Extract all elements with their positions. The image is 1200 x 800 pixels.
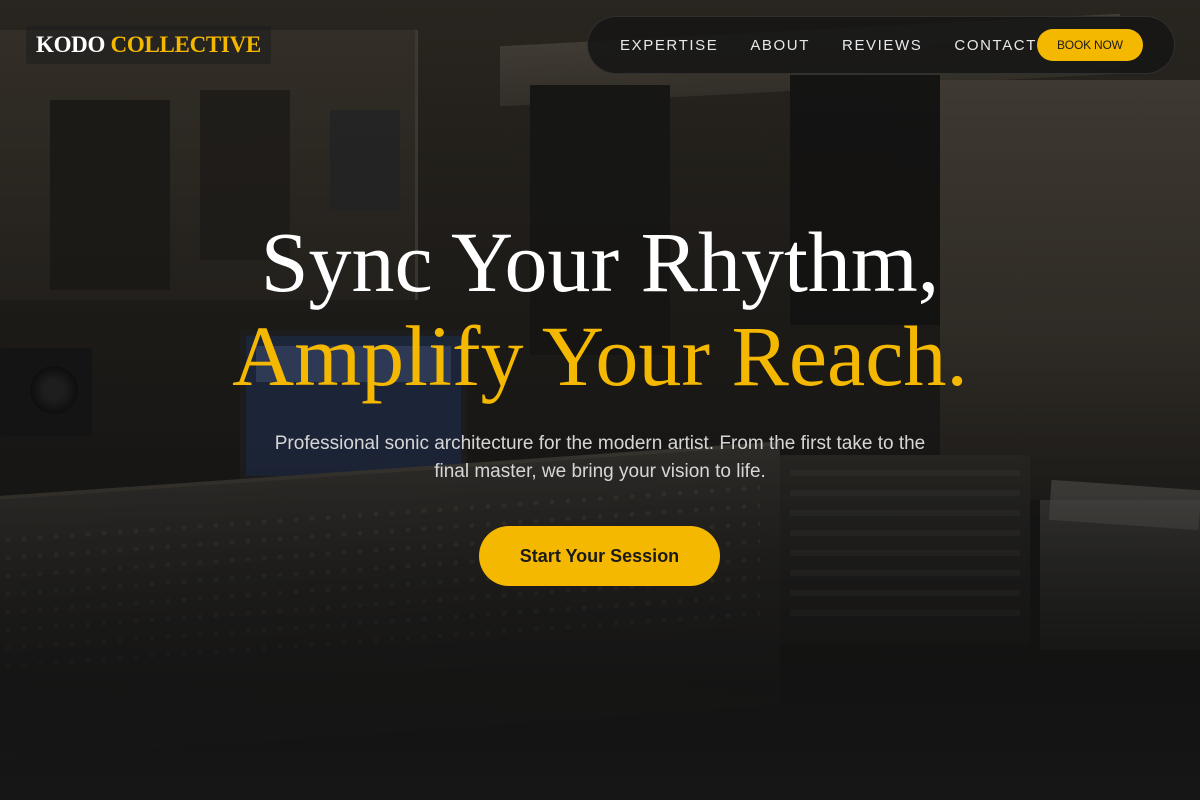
brand-logo[interactable]: KODO COLLECTIVE: [26, 26, 271, 64]
nav-link-reviews[interactable]: REVIEWS: [842, 37, 922, 54]
nav-link-expertise[interactable]: EXPERTISE: [620, 37, 718, 54]
start-session-button[interactable]: Start Your Session: [479, 526, 720, 586]
logo-text-primary: KODO: [36, 32, 106, 57]
nav-link-contact[interactable]: CONTACT: [954, 37, 1037, 54]
hero-headline: Sync Your Rhythm, Amplify Your Reach.: [0, 215, 1200, 403]
logo-text-accent: COLLECTIVE: [110, 32, 262, 57]
hero-subtitle: Professional sonic architecture for the …: [274, 433, 926, 482]
nav-link-about[interactable]: ABOUT: [750, 37, 810, 54]
main-nav: EXPERTISE ABOUT REVIEWS CONTACT BOOK NOW: [587, 16, 1175, 74]
headline-line-2: Amplify Your Reach.: [232, 308, 968, 404]
hero-section: KODO COLLECTIVE EXPERTISE ABOUT REVIEWS …: [0, 0, 1200, 800]
book-now-button[interactable]: BOOK NOW: [1037, 29, 1143, 61]
headline-line-1: Sync Your Rhythm,: [260, 214, 940, 310]
